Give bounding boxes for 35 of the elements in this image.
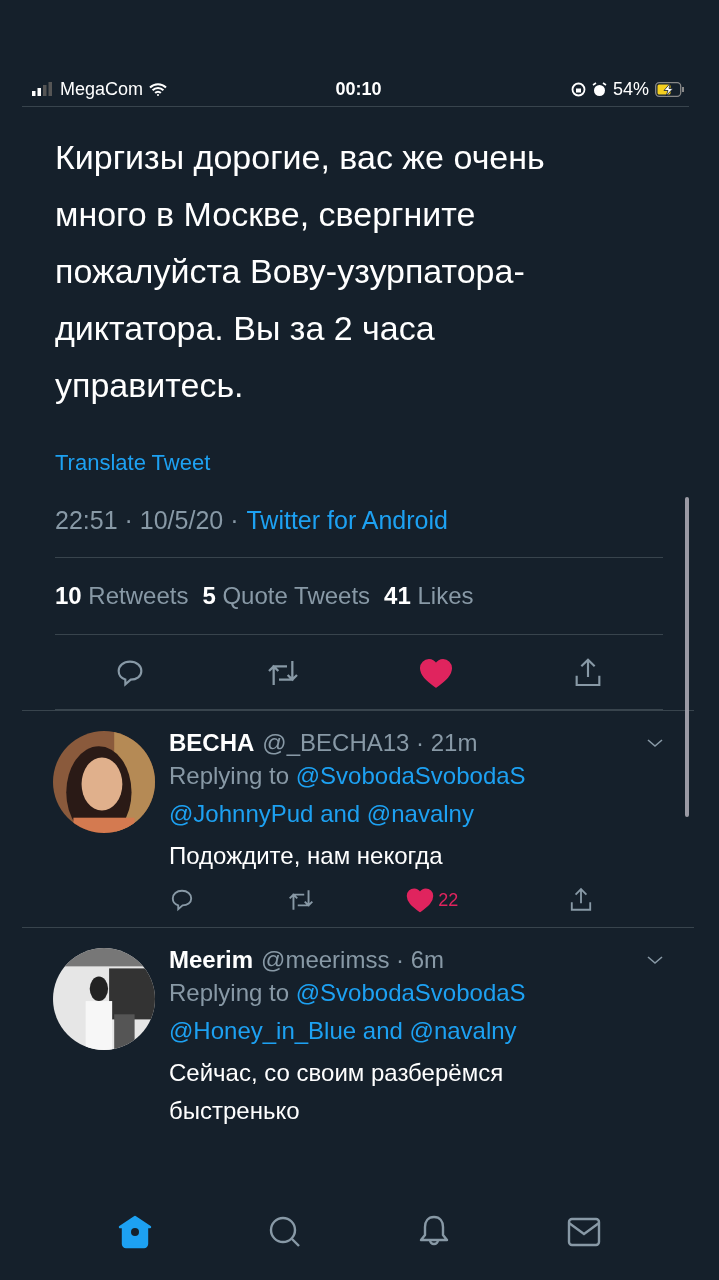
heart-icon[interactable] <box>419 657 454 689</box>
battery-percent: 54% <box>612 78 649 100</box>
alarm-icon <box>591 81 607 97</box>
scrollbar[interactable] <box>685 497 689 817</box>
wifi-icon <box>149 82 168 96</box>
engagement-count[interactable]: 5 Quote Tweets <box>202 582 371 610</box>
carrier-name: MegaCom <box>60 78 144 100</box>
mention-link[interactable]: @SvobodaSvobodaS <box>295 979 526 1006</box>
like-count: 22 <box>438 889 459 911</box>
user-name[interactable]: Meerim <box>169 946 254 974</box>
source-link[interactable]: Twitter for Android <box>246 506 448 535</box>
mentions-link[interactable]: @JohnnyPud and @navalny <box>169 800 474 827</box>
translate-link[interactable]: Translate Tweet <box>55 450 211 476</box>
mentions-link[interactable]: @Honey_in_Blue and @navalny <box>169 1017 517 1044</box>
replying-label: Replying to <box>169 762 290 789</box>
tweet-text: Киргизы дорогие, вас же очень много в Москве, свергните пожалуйста Вову-узурпатора-диктатора. Вы за 2 часа управитесь. <box>55 137 546 406</box>
rotation-lock-icon <box>570 81 586 97</box>
reply-icon[interactable] <box>169 887 195 913</box>
mention-link[interactable]: @SvobodaSvobodaS <box>295 762 526 789</box>
user-handle: @_BECHA13 · 21m <box>262 729 478 757</box>
reply-text: Сейчас, со своим разберёмся быстренько <box>169 1058 505 1126</box>
signal-icon <box>32 82 54 96</box>
engagement-count[interactable]: 41 Likes <box>384 582 474 610</box>
chevron-down-icon[interactable] <box>646 737 664 749</box>
tweet-timestamp: 22:51 · 10/5/20 · <box>55 506 239 535</box>
engagement-count[interactable]: 10 Retweets <box>55 582 189 610</box>
user-name[interactable]: ВЕСНА <box>169 729 255 757</box>
reply-text: Подождите, нам некогда <box>169 841 444 871</box>
retweet-icon[interactable] <box>286 887 315 913</box>
home-icon[interactable] <box>116 1214 153 1250</box>
clock: 00:10 <box>335 78 382 100</box>
replying-label: Replying to <box>169 979 290 1006</box>
heart-icon[interactable] <box>406 887 435 913</box>
chevron-down-icon[interactable] <box>646 954 664 966</box>
user-handle: @meerimss · 6m <box>261 946 445 974</box>
